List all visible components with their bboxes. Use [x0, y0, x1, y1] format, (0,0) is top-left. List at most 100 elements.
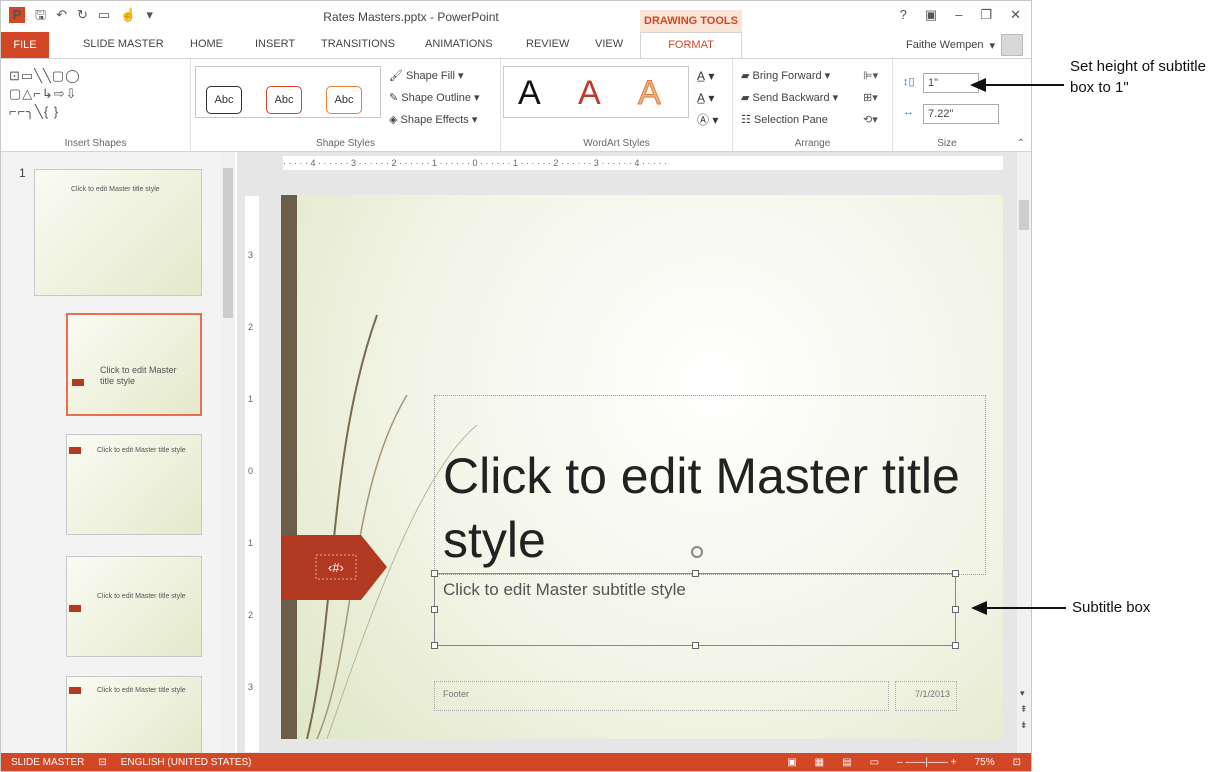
help-icon[interactable]: ? — [900, 7, 907, 23]
resize-handle[interactable] — [952, 606, 959, 613]
thumbnail-label: Click to edit Master title style — [100, 365, 177, 386]
ribbon: ⊡▭╲╲▢◯ ▢△⌐↳⇨⇩ ⌐⌐╮╲{ } Insert Shapes Abc Ab… — [1, 58, 1031, 152]
bring-forward-button[interactable]: ▰ Bring Forward ▾ — [741, 65, 838, 87]
fit-slide-icon[interactable]: ⊡ — [1013, 753, 1021, 771]
text-fill-icon[interactable]: A̲ ▾ — [697, 65, 718, 87]
layout-thumbnail-content[interactable]: Click to edit Master title style — [66, 434, 202, 535]
wordart-gallery[interactable]: A A A — [503, 66, 689, 118]
title-placeholder[interactable]: Click to edit Master title style — [434, 395, 986, 575]
shape-outline-button[interactable]: ✎ Shape Outline ▾ — [389, 87, 480, 109]
scroll-down-icon[interactable]: ▾ — [1020, 688, 1025, 699]
tab-review[interactable]: REVIEW — [526, 38, 569, 50]
reading-view-icon[interactable]: ▤ — [842, 753, 851, 771]
next-slide-icon[interactable]: ⇟ — [1020, 720, 1028, 731]
wordart-style-3[interactable]: A — [638, 73, 662, 113]
shape-width-icon: ↔ — [903, 106, 914, 118]
shape-style-2[interactable]: Abc — [266, 86, 302, 114]
tab-home[interactable]: HOME — [190, 38, 223, 50]
ribbon-display-icon[interactable]: ▣ — [925, 7, 937, 23]
resize-handle[interactable] — [431, 570, 438, 577]
shape-fill-button[interactable]: 🖌 Shape Fill ▾ — [389, 65, 480, 87]
date-placeholder[interactable]: 7/1/2013 — [895, 681, 957, 711]
tab-animations[interactable]: ANIMATIONS — [425, 38, 493, 50]
rotate-icon[interactable]: ⟲▾ — [863, 109, 878, 131]
shape-effects-button[interactable]: ◈ Shape Effects ▾ — [389, 109, 480, 131]
page-tag-icon — [69, 605, 81, 612]
resize-handle[interactable] — [692, 642, 699, 649]
tab-format[interactable]: FORMAT — [640, 32, 742, 59]
callout-arrow-head-icon — [970, 78, 986, 92]
rotate-handle-icon[interactable] — [691, 546, 703, 558]
ruler-mark: 1 — [248, 538, 254, 548]
editor-scrollbar[interactable]: ▾ ⇞ ⇟ — [1017, 152, 1031, 753]
layout-thumbnail-section[interactable]: Click to edit Master title style — [66, 556, 202, 657]
align-icon[interactable]: ⊫▾ — [863, 65, 878, 87]
selection-pane-button[interactable]: ☷ Selection Pane — [741, 109, 838, 131]
tab-transitions[interactable]: TRANSITIONS — [321, 38, 395, 50]
resize-handle[interactable] — [692, 570, 699, 577]
previous-slide-icon[interactable]: ⇞ — [1020, 704, 1028, 715]
restore-button[interactable]: ❐ — [980, 7, 992, 23]
wordart-style-2[interactable]: A — [578, 73, 601, 113]
tab-view[interactable]: VIEW — [595, 38, 623, 50]
wordart-style-1[interactable]: A — [518, 73, 541, 113]
title-text[interactable]: Click to edit Master title style — [443, 444, 985, 572]
size-group: ↕▯ 1" ↔ 7.22" Size ⌃ — [893, 59, 1031, 151]
size-label: Size — [937, 138, 957, 149]
thumbnail-scrollbar[interactable] — [221, 152, 235, 753]
layout-thumbnail-two-content[interactable]: Click to edit Master title style — [66, 676, 202, 756]
resize-handle[interactable] — [952, 570, 959, 577]
resize-handle[interactable] — [431, 606, 438, 613]
tab-slide-master[interactable]: SLIDE MASTER — [83, 38, 164, 50]
slide-canvas[interactable]: ‹#› Click to edit Master title style Cli… — [281, 195, 1003, 739]
scrollbar-thumb[interactable] — [1019, 200, 1029, 230]
slide-accent-bar — [281, 195, 297, 739]
shape-format-commands: 🖌 Shape Fill ▾ ✎ Shape Outline ▾ ◈ Shape… — [389, 65, 480, 131]
user-account[interactable]: Faithe Wempen ▾ — [906, 34, 1023, 56]
zoom-slider[interactable]: – ——|—— + — [897, 753, 957, 771]
minimize-button[interactable]: – — [955, 7, 962, 23]
resize-handle[interactable] — [952, 642, 959, 649]
thumbnail-label: Click to edit Master title style — [97, 593, 186, 600]
language-indicator[interactable]: ENGLISH (UNITED STATES) — [121, 753, 252, 771]
slide-editor: · · · · · 4 · · · · · · 3 · · · · · · 2 … — [237, 152, 1017, 753]
normal-view-icon[interactable]: ▣ — [787, 753, 796, 771]
group-icon[interactable]: ⊞▾ — [863, 87, 878, 109]
view-indicator: SLIDE MASTER — [11, 757, 85, 768]
shape-width-field[interactable]: 7.22" — [923, 104, 999, 124]
spelling-icon[interactable]: ⊟ — [98, 753, 106, 771]
shape-styles-gallery[interactable]: Abc Abc Abc — [195, 66, 381, 118]
zoom-level[interactable]: 75% — [975, 753, 995, 771]
user-dropdown-icon[interactable]: ▾ — [989, 39, 995, 52]
page-tag-icon — [72, 379, 84, 386]
slideshow-view-icon[interactable]: ▭ — [870, 753, 879, 771]
page-number-placeholder[interactable]: ‹#› — [328, 560, 344, 575]
shapes-gallery[interactable]: ⊡▭╲╲▢◯ ▢△⌐↳⇨⇩ ⌐⌐╮╲{ } — [9, 67, 149, 121]
collapse-ribbon-icon[interactable]: ⌃ — [1017, 138, 1025, 149]
close-button[interactable]: ✕ — [1010, 7, 1021, 23]
send-backward-button[interactable]: ▰ Send Backward ▾ — [741, 87, 838, 109]
subtitle-text[interactable]: Click to edit Master subtitle style — [443, 580, 686, 600]
subtitle-placeholder[interactable]: Click to edit Master subtitle style — [431, 546, 959, 649]
title-bar: P 🖫 ↶ ↻ ▭ ☝ ▾ Rates Masters.pptx - Power… — [1, 1, 1031, 32]
resize-handle[interactable] — [431, 642, 438, 649]
slide-sorter-icon[interactable]: ▦ — [815, 753, 824, 771]
text-effects-icon[interactable]: Ⓐ ▾ — [697, 109, 718, 131]
powerpoint-window: P 🖫 ↶ ↻ ▭ ☝ ▾ Rates Masters.pptx - Power… — [0, 0, 1032, 772]
thumbnail-label: Click to edit Master title style — [71, 186, 160, 193]
footer-placeholder[interactable]: Footer — [434, 681, 889, 711]
scrollbar-thumb[interactable] — [223, 168, 233, 318]
layout-thumbnail-title[interactable]: Click to edit Master title style — [66, 313, 202, 416]
callout-height: Set height of subtitle box to 1" — [1070, 58, 1206, 96]
ruler-mark: 2 — [248, 322, 254, 332]
tab-file[interactable]: FILE — [1, 32, 49, 58]
tab-insert[interactable]: INSERT — [255, 38, 295, 50]
shape-style-1[interactable]: Abc — [206, 86, 242, 114]
text-outline-icon[interactable]: A̲ ▾ — [697, 87, 718, 109]
slide-thumbnail-pane: 1 Click to edit Master title style Click… — [1, 152, 235, 756]
master-thumbnail[interactable]: Click to edit Master title style — [34, 169, 202, 296]
page-tag-icon — [69, 447, 81, 454]
shape-style-3[interactable]: Abc — [326, 86, 362, 114]
ruler-mark: 2 — [248, 610, 254, 620]
callout-arrow-line — [982, 607, 1066, 609]
